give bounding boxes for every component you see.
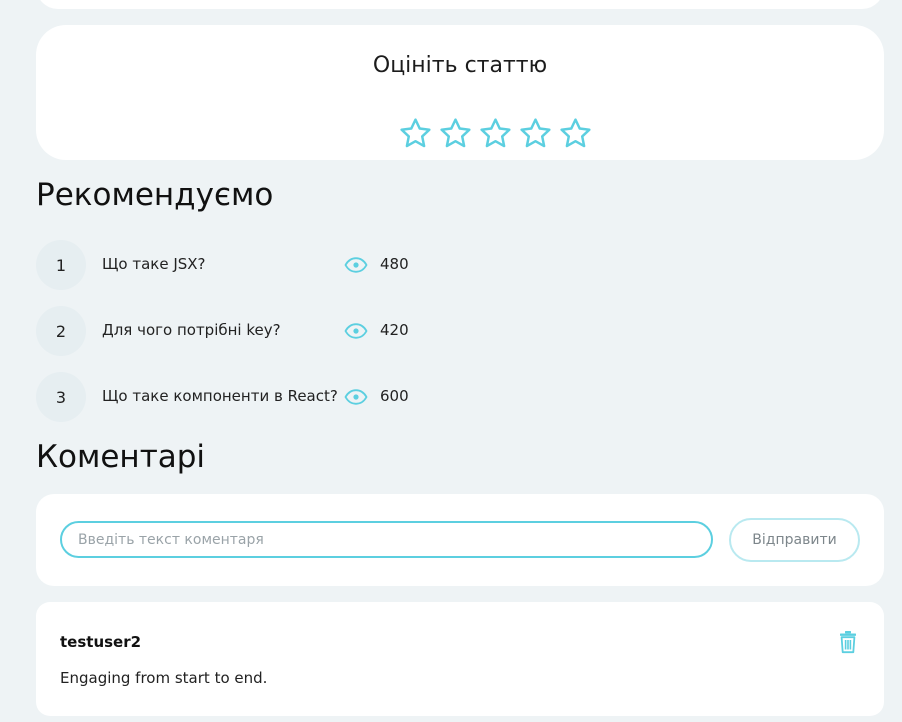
- item-number-badge: 2: [36, 306, 86, 356]
- comments-title: Коментарі: [36, 439, 206, 475]
- star-icon-1[interactable]: [398, 116, 433, 151]
- recommended-title: Рекомендуємо: [36, 177, 274, 213]
- recommended-item-link[interactable]: Що таке компоненти в React?: [102, 387, 338, 405]
- eye-icon: [344, 323, 368, 339]
- star-rating: [398, 116, 593, 151]
- article-page: Оцініть статтю Рекомендуємо 1 Що таке JS…: [0, 0, 902, 722]
- trash-icon[interactable]: [838, 630, 858, 654]
- previous-card: [36, 0, 884, 9]
- item-number-badge: 3: [36, 372, 86, 422]
- comment-item: testuser2 Engaging from start to end.: [36, 602, 884, 716]
- eye-icon: [344, 389, 368, 405]
- recommended-item-link[interactable]: Що таке JSX?: [102, 255, 206, 273]
- recommended-item[interactable]: 1 Що таке JSX? 480: [36, 240, 536, 306]
- comment-author: testuser2: [60, 633, 142, 651]
- eye-icon: [344, 257, 368, 273]
- recommended-item[interactable]: 2 Для чого потрібні key? 420: [36, 306, 536, 372]
- recommended-item[interactable]: 3 Що таке компоненти в React? 600: [36, 372, 536, 438]
- comment-text: Engaging from start to end.: [60, 669, 268, 687]
- view-count: 600: [380, 387, 409, 405]
- star-icon-5[interactable]: [558, 116, 593, 151]
- view-count: 420: [380, 321, 409, 339]
- send-comment-button[interactable]: Відправити: [729, 518, 860, 562]
- recommended-item-link[interactable]: Для чого потрібні key?: [102, 321, 281, 339]
- comment-input[interactable]: [60, 521, 713, 558]
- recommended-list: 1 Що таке JSX? 480 2 Для чого потрібні k…: [36, 240, 536, 438]
- item-number-badge: 1: [36, 240, 86, 290]
- view-count: 480: [380, 255, 409, 273]
- star-icon-2[interactable]: [438, 116, 473, 151]
- comment-form: Відправити: [36, 494, 884, 586]
- rating-title: Оцініть статтю: [372, 53, 548, 78]
- star-icon-3[interactable]: [478, 116, 513, 151]
- star-icon-4[interactable]: [518, 116, 553, 151]
- rating-card: Оцініть статтю: [36, 25, 884, 160]
